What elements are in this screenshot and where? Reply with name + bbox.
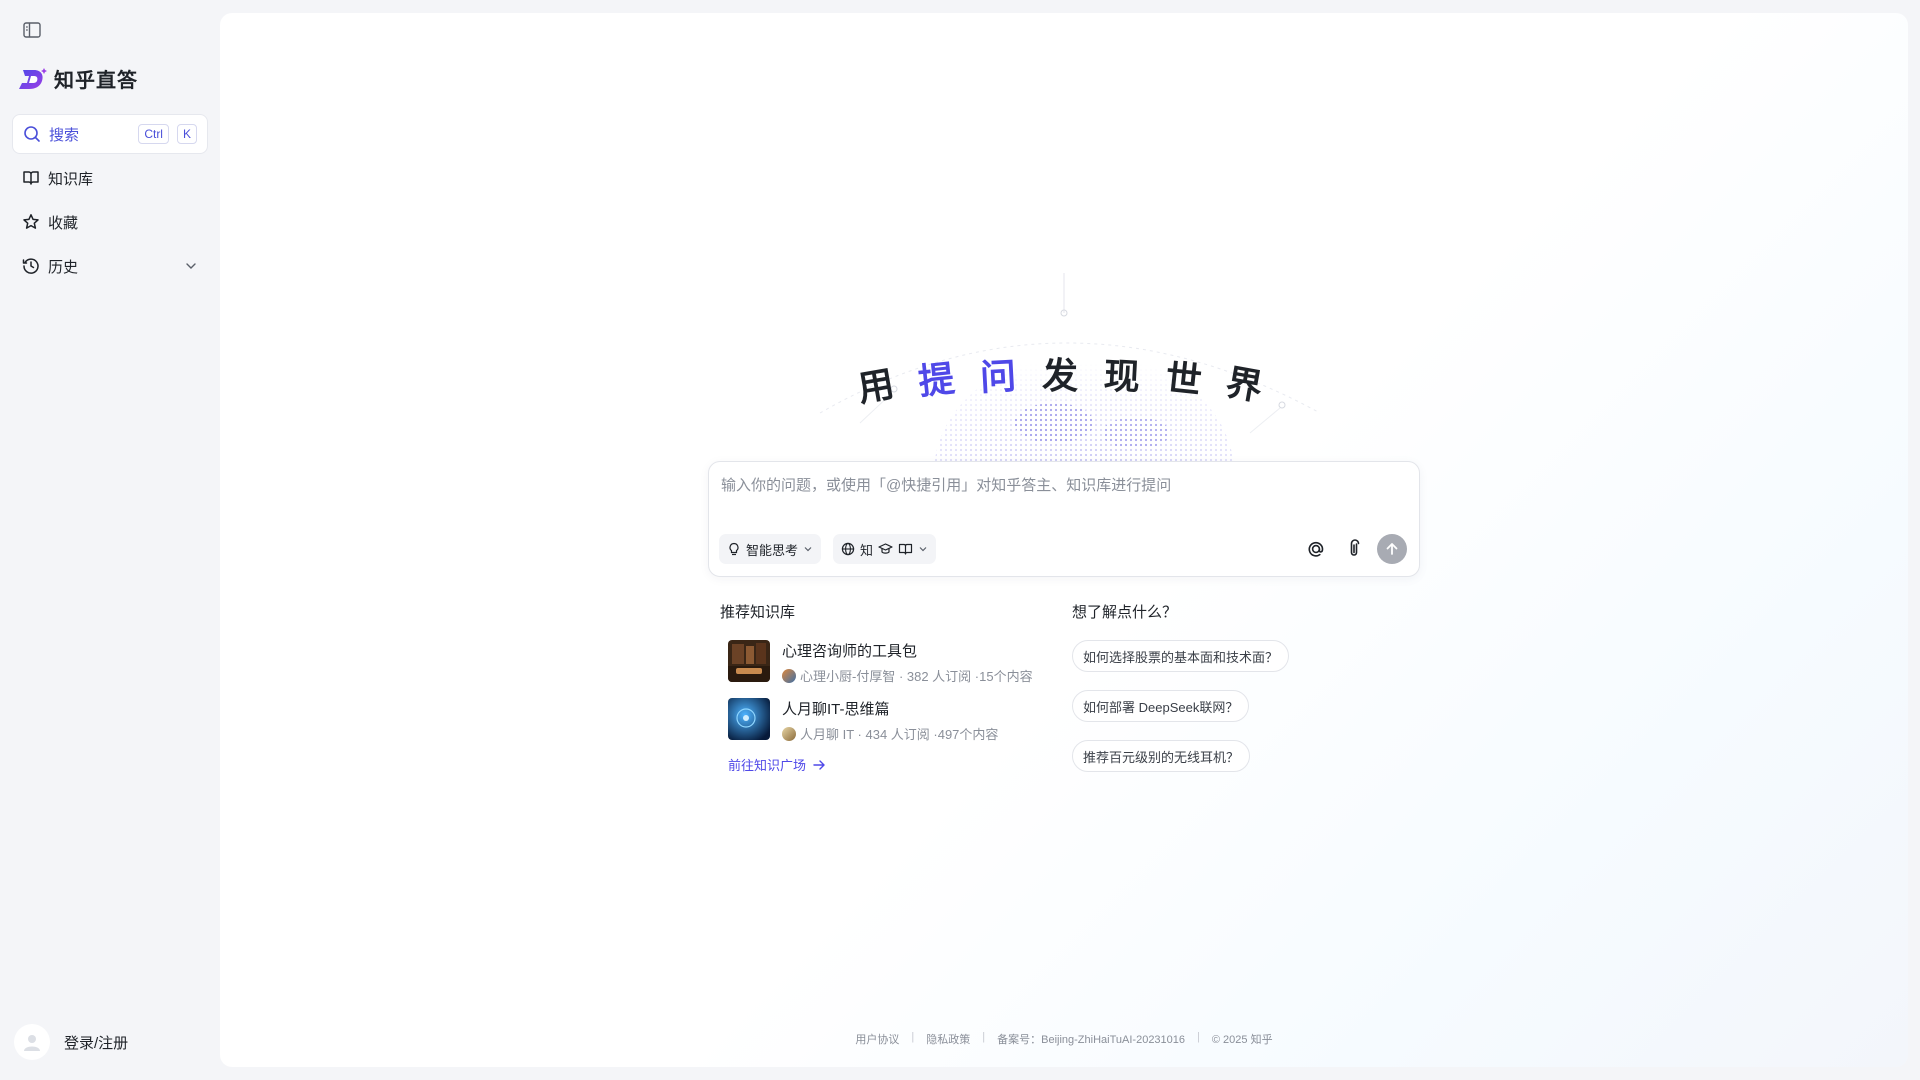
author-avatar	[782, 726, 796, 741]
login-label: 登录/注册	[64, 1034, 129, 1052]
knowledge-base-title: 心理咨询师的工具包	[782, 643, 918, 660]
arrow-up-icon	[1386, 543, 1398, 555]
slogan-char-highlight: 问	[978, 354, 1026, 399]
knowledge-base-meta: 人月聊 IT · 434 人订阅 ·497个内容	[782, 724, 998, 743]
chevron-down-icon	[804, 547, 812, 552]
book-icon	[23, 171, 39, 185]
lightbulb-icon	[729, 542, 739, 556]
privacy-link[interactable]: 隐私政策	[926, 1031, 970, 1047]
sidebar-item-label: 历史	[48, 258, 79, 276]
thinking-mode-label: 智能思考	[746, 542, 799, 558]
icp-link[interactable]: 备案号：Beijing-ZhiHaiTuAI-20231016	[997, 1031, 1185, 1047]
slogan-char: 世	[1163, 356, 1212, 403]
login-register-button[interactable]: 登录/注册	[14, 1024, 128, 1060]
search-button[interactable]: 搜索 Ctrl K	[12, 114, 208, 154]
knowledge-base-thumbnail	[728, 640, 770, 682]
logo-icon	[19, 67, 47, 89]
knowledge-base-meta: 心理小厨-付厚智 · 382 人订阅 ·15个内容	[782, 666, 1033, 685]
suggested-question-chip[interactable]: 如何部署 DeepSeek联网？	[1072, 690, 1250, 722]
arrow-right-icon	[813, 759, 825, 770]
question-input[interactable]	[721, 470, 1401, 500]
knowledge-base-item[interactable]: 心理咨询师的工具包 心理小厨-付厚智 · 382 人订阅 ·15个内容	[728, 640, 1048, 684]
globe-icon	[841, 542, 855, 556]
sidebar-item-label: 知识库	[48, 170, 94, 188]
clock-icon	[22, 258, 39, 274]
suggested-question-chip[interactable]: 推荐百元级别的无线耳机？	[1072, 740, 1251, 772]
author-avatar	[782, 668, 796, 683]
chevron-down-icon[interactable]	[184, 259, 198, 273]
sidebar-item-label: 收藏	[48, 214, 79, 232]
graduation-cap-icon	[878, 543, 893, 554]
shortcut-ctrl: Ctrl	[138, 124, 169, 144]
go-to-knowledge-square-label: 前往知识广场	[728, 758, 807, 773]
knowledge-base-thumbnail	[728, 698, 770, 740]
avatar	[14, 1024, 50, 1060]
knowledge-base-meta-text: 心理小厨-付厚智 · 382 人订阅 ·15个内容	[800, 669, 1033, 684]
sidebar: 知乎直答 搜索 Ctrl K 知识库 收藏 历史 登录/注册	[0, 0, 220, 1080]
book-icon	[898, 543, 913, 555]
chevron-down-icon	[919, 547, 927, 552]
go-to-knowledge-square-link[interactable]: 前往知识广场	[728, 755, 826, 774]
slogan-char: 现	[1102, 354, 1149, 399]
slogan-char: 界	[1223, 361, 1274, 410]
search-label: 搜索	[49, 126, 80, 144]
ask-box: 智能思考 知	[708, 461, 1420, 577]
sidebar-toggle-icon[interactable]	[22, 20, 42, 40]
knowledge-base-item[interactable]: 人月聊IT-思维篇 人月聊 IT · 434 人订阅 ·497个内容	[728, 698, 1048, 742]
footer: 用户协议 | 隐私政策 | 备案号：Beijing-ZhiHaiTuAI-202…	[220, 1031, 1908, 1047]
thinking-mode-dropdown[interactable]: 智能思考	[719, 534, 822, 564]
hero: 用 提 问 发 现 世 界	[220, 13, 1908, 473]
slogan-char-highlight: 提	[916, 356, 965, 403]
recommend-title: 推荐知识库	[720, 604, 796, 621]
paperclip-icon	[1350, 539, 1360, 556]
zhihu-source-label: 知	[860, 542, 874, 558]
shortcut-k: K	[176, 124, 197, 144]
attach-button[interactable]	[1339, 534, 1369, 564]
sidebar-item-favorites[interactable]: 收藏	[12, 202, 208, 242]
suggested-question-chip[interactable]: 如何选择股票的基本面和技术面？	[1072, 640, 1290, 672]
slogan-char: 发	[1041, 355, 1086, 396]
slogan-char: 用	[854, 361, 905, 410]
brand-name: 知乎直答	[54, 70, 138, 92]
mention-button[interactable]	[1301, 534, 1331, 564]
sidebar-item-history[interactable]: 历史	[12, 246, 208, 286]
user-icon	[24, 1035, 40, 1051]
footer-separator: |	[911, 1031, 915, 1043]
search-icon	[24, 126, 40, 142]
star-icon	[23, 214, 39, 229]
source-selector[interactable]: 知	[833, 534, 937, 564]
footer-separator: |	[982, 1031, 986, 1043]
footer-separator: |	[1197, 1031, 1200, 1043]
send-button[interactable]	[1377, 534, 1407, 564]
knowledge-base-meta-text: 人月聊 IT · 434 人订阅 ·497个内容	[800, 727, 999, 742]
copyright: © 2025 知乎	[1211, 1034, 1273, 1046]
brand-logo[interactable]: 知乎直答	[18, 64, 138, 93]
terms-link[interactable]: 用户协议	[855, 1031, 899, 1047]
main-panel: 用 提 问 发 现 世 界 智能思考 知	[220, 13, 1908, 1067]
slogan: 用 提 问 发 现 世 界	[220, 349, 1908, 409]
questions-title: 想了解点什么？	[1072, 604, 1178, 621]
sidebar-item-knowledge-base[interactable]: 知识库	[12, 158, 208, 198]
at-icon	[1308, 541, 1324, 557]
knowledge-base-title: 人月聊IT-思维篇	[782, 701, 890, 718]
